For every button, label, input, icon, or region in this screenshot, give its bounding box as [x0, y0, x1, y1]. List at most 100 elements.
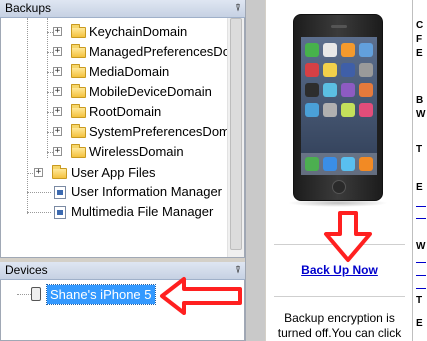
folder-icon [71, 144, 86, 158]
detail-label: T [416, 144, 423, 155]
app-icon [359, 43, 373, 57]
folder-icon [52, 165, 67, 179]
detail-label: E [416, 318, 423, 329]
backups-scrollbar[interactable] [227, 18, 244, 257]
detail-label: C [416, 20, 424, 31]
expand-icon[interactable]: + [53, 27, 62, 36]
expand-icon[interactable]: + [53, 107, 62, 116]
tree-item-user-app-files[interactable]: + User App Files [1, 163, 229, 183]
tree-item-managedpreferencesdomain[interactable]: + ManagedPreferencesDo [1, 42, 230, 62]
app-icon [323, 63, 337, 77]
detail-label: W [416, 241, 426, 252]
detail-link[interactable] [416, 262, 426, 263]
iphone-image [293, 14, 383, 201]
detail-label: B [416, 95, 424, 106]
phone-home-button [332, 180, 346, 194]
expand-icon[interactable]: + [53, 87, 62, 96]
document-icon [54, 206, 66, 219]
backups-panel-title: Backups [5, 1, 52, 15]
device-summary: Back Up Now Backup encryption is turned … [266, 0, 427, 341]
detail-label: F [416, 34, 423, 45]
expand-icon[interactable]: + [34, 168, 43, 177]
devices-panel-title: Devices [5, 263, 48, 277]
tree-item-label: MediaDomain [89, 64, 170, 79]
tree-item-label: User App Files [71, 165, 156, 180]
backups-tree[interactable]: + KeychainDomain + ManagedPreferencesDo … [0, 18, 245, 258]
detail-label: E [416, 182, 423, 193]
device-details-column: C F E B W T E W T E [414, 0, 427, 341]
folder-icon [71, 124, 86, 138]
folder-icon [71, 104, 86, 118]
tree-item-label: WirelessDomain [89, 144, 184, 159]
expand-icon[interactable]: + [53, 127, 62, 136]
folder-icon [71, 44, 86, 58]
expand-icon[interactable]: + [53, 67, 62, 76]
expand-icon[interactable]: + [53, 47, 62, 56]
app-icon [359, 103, 373, 117]
backups-panel-header: Backups ⍒ [0, 0, 245, 18]
detail-label: T [416, 295, 423, 306]
app-icon [359, 157, 373, 171]
detail-link[interactable] [416, 288, 426, 289]
phone-screen [301, 37, 377, 175]
app-icon [305, 63, 319, 77]
app-icon [359, 83, 373, 97]
tree-item-label: SystemPreferencesDom [89, 124, 230, 139]
tree-item-label: ManagedPreferencesDo [89, 44, 230, 59]
device-card: Back Up Now Backup encryption is turned … [266, 0, 413, 341]
iphone-icon [31, 287, 41, 301]
tree-item-wirelessdomain[interactable]: + WirelessDomain [1, 142, 229, 162]
app-icon [341, 63, 355, 77]
left-arrow-annotation-icon [160, 277, 242, 315]
tree-item-label: Multimedia File Manager [71, 204, 214, 219]
tree-item-mobiledevicedomain[interactable]: + MobileDeviceDomain [1, 82, 229, 102]
app-icon [305, 157, 319, 171]
down-arrow-annotation-icon [324, 211, 372, 262]
tree-item-mediadomain[interactable]: + MediaDomain [1, 62, 229, 82]
tree-connector [27, 212, 51, 213]
pane-splitter[interactable] [245, 0, 265, 341]
folder-icon [71, 64, 86, 78]
tree-item-label: RootDomain [89, 104, 162, 119]
app-icon [323, 157, 337, 171]
tree-item-label: KeychainDomain [89, 24, 188, 39]
app-icon [305, 83, 319, 97]
tree-item-user-information-manager[interactable]: User Information Manager [1, 182, 229, 202]
scrollbar-thumb[interactable] [230, 18, 242, 250]
detail-link[interactable] [416, 206, 426, 207]
app-icon [305, 103, 319, 117]
app-icon [341, 83, 355, 97]
tree-item-multimedia-file-manager[interactable]: Multimedia File Manager [1, 202, 229, 222]
app-icon [323, 43, 337, 57]
detail-link[interactable] [416, 218, 426, 219]
divider [274, 296, 405, 297]
tree-item-keychaindomain[interactable]: + KeychainDomain [1, 22, 229, 42]
app-icon [323, 103, 337, 117]
encryption-status-text: Backup encryption is turned off.You can … [277, 311, 402, 340]
pin-icon[interactable]: ⍒ [235, 0, 241, 17]
app-icon [341, 103, 355, 117]
tree-connector [17, 294, 31, 295]
detail-link[interactable] [416, 275, 426, 276]
folder-icon [71, 24, 86, 38]
expand-icon[interactable]: + [53, 147, 62, 156]
tree-connector [27, 192, 51, 193]
device-label[interactable]: Shane's iPhone 5 [46, 284, 156, 305]
tree-item-label: MobileDeviceDomain [89, 84, 212, 99]
app-icon [323, 83, 337, 97]
folder-icon [71, 84, 86, 98]
phone-earpiece [331, 25, 347, 28]
app-icon [305, 43, 319, 57]
document-icon [54, 186, 66, 199]
back-up-now-link[interactable]: Back Up Now [266, 263, 413, 277]
device-info-pane: Back Up Now Backup encryption is turned … [245, 0, 427, 341]
tree-item-systempreferencesdomain[interactable]: + SystemPreferencesDom [1, 122, 230, 142]
app-icon [341, 43, 355, 57]
phone-dock [301, 153, 377, 175]
phone-shadow [288, 199, 388, 207]
detail-label: W [416, 109, 426, 120]
app-icon [341, 157, 355, 171]
tree-item-rootdomain[interactable]: + RootDomain [1, 102, 229, 122]
app-icon [359, 63, 373, 77]
detail-label: E [416, 48, 423, 59]
